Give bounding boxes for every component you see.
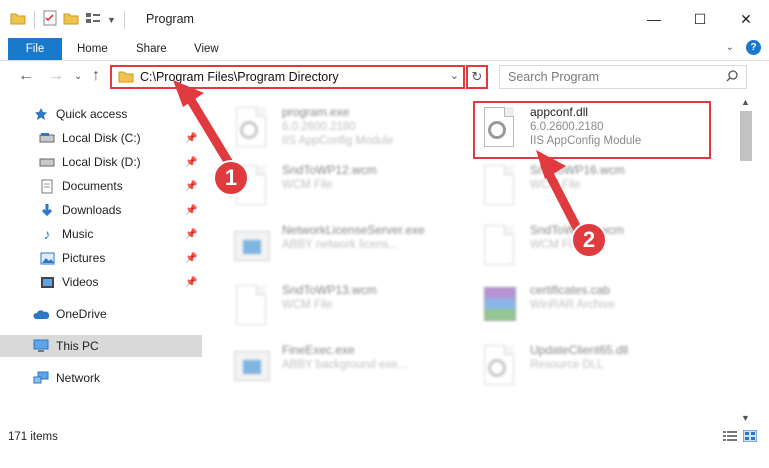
step-1-badge: 1	[213, 160, 249, 196]
step-2-badge: 2	[571, 222, 607, 258]
annotation-arrows	[173, 80, 583, 235]
